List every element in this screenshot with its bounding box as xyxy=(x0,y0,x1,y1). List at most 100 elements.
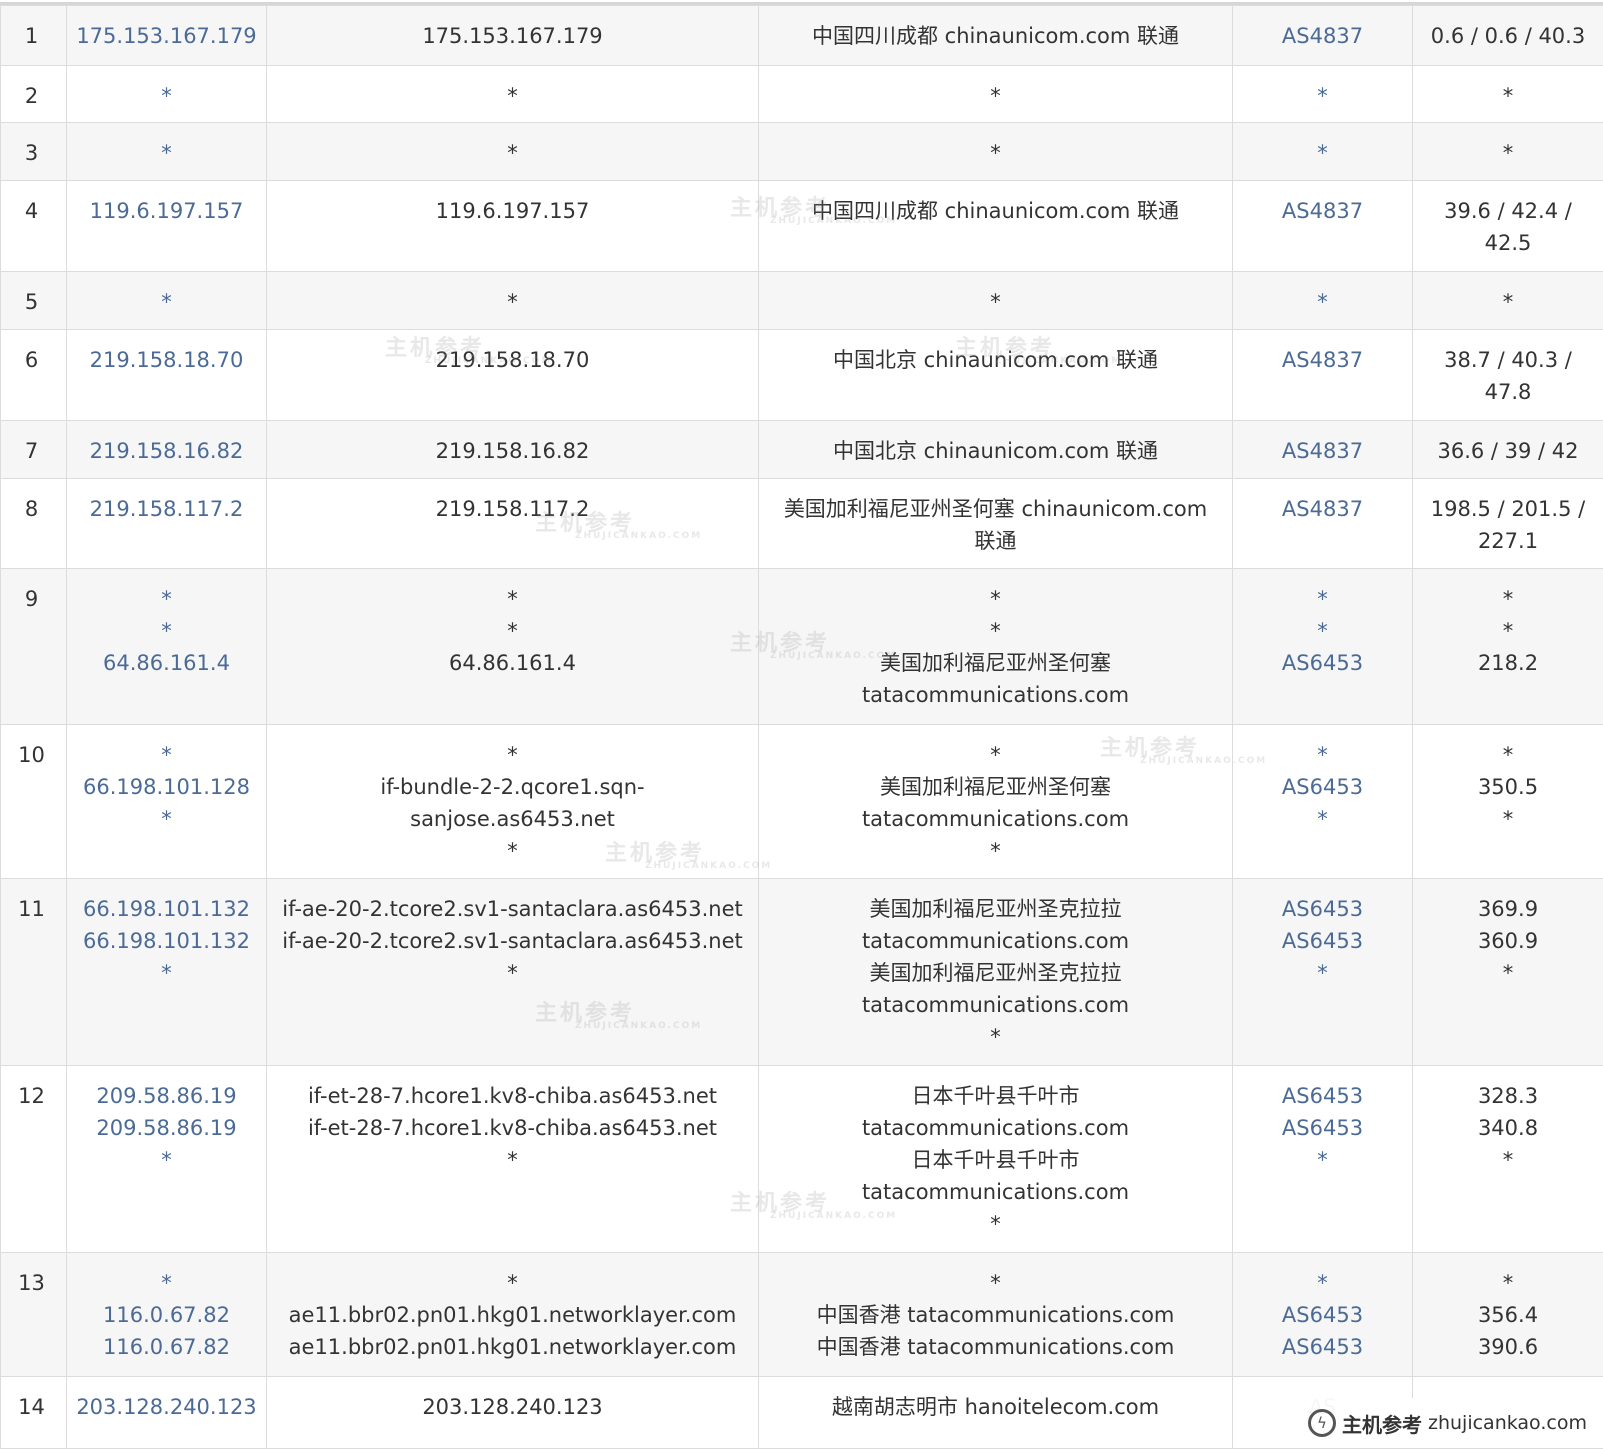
latency-cell: 369.9 360.9 * xyxy=(1413,879,1603,1066)
hop-cell: 11 xyxy=(1,879,67,1066)
latency-cell: * 356.4 390.6 xyxy=(1413,1253,1603,1377)
hop-cell: 10 xyxy=(1,725,67,879)
hop-cell: 3 xyxy=(1,123,67,181)
asn-cell[interactable]: * * AS6453 xyxy=(1233,569,1413,725)
table-row: 8219.158.117.2219.158.117.2美国加利福尼亚州圣何塞 c… xyxy=(1,479,1603,569)
location-cell: 美国加利福尼亚州圣何塞 chinaunicom.com 联通 xyxy=(759,479,1233,569)
table-row: 9* * 64.86.161.4* * 64.86.161.4* * 美国加利福… xyxy=(1,569,1603,725)
hop-cell: 14 xyxy=(1,1377,67,1449)
asn-cell[interactable]: AS4837 xyxy=(1233,479,1413,569)
hop-cell: 7 xyxy=(1,421,67,479)
latency-cell: * 350.5 * xyxy=(1413,725,1603,879)
location-cell: 日本千叶县千叶市 tatacommunications.com 日本千叶县千叶市… xyxy=(759,1066,1233,1253)
hop-cell: 1 xyxy=(1,6,67,66)
asn-cell[interactable]: * xyxy=(1233,66,1413,123)
location-cell: * xyxy=(759,123,1233,181)
asn-cell[interactable]: * AS6453 * xyxy=(1233,725,1413,879)
asn-cell[interactable]: AS4837 xyxy=(1233,6,1413,66)
ip-cell[interactable]: * 66.198.101.128 * xyxy=(67,725,267,879)
location-cell: 中国四川成都 chinaunicom.com 联通 xyxy=(759,181,1233,272)
hop-cell: 8 xyxy=(1,479,67,569)
latency-cell: 38.7 / 40.3 / 47.8 xyxy=(1413,330,1603,421)
site-badge: ϟ 主机参考 zhujicankao.com xyxy=(1300,1398,1603,1448)
location-cell: 美国加利福尼亚州圣克拉拉 tatacommunications.com 美国加利… xyxy=(759,879,1233,1066)
hostname-cell: 219.158.18.70 xyxy=(267,330,759,421)
hop-cell: 2 xyxy=(1,66,67,123)
latency-cell: 36.6 / 39 / 42 xyxy=(1413,421,1603,479)
table-row: 1175.153.167.179175.153.167.179中国四川成都 ch… xyxy=(1,6,1603,66)
location-cell: 中国北京 chinaunicom.com 联通 xyxy=(759,330,1233,421)
hostname-cell: 219.158.117.2 xyxy=(267,479,759,569)
ip-cell[interactable]: * xyxy=(67,123,267,181)
latency-cell: * xyxy=(1413,66,1603,123)
latency-cell: 0.6 / 0.6 / 40.3 xyxy=(1413,6,1603,66)
ip-cell[interactable]: 203.128.240.123 xyxy=(67,1377,267,1449)
location-cell: 中国四川成都 chinaunicom.com 联通 xyxy=(759,6,1233,66)
badge-cn: 主机参考 xyxy=(1342,1409,1422,1438)
table-row: 5***** xyxy=(1,272,1603,330)
asn-cell[interactable]: * AS6453 AS6453 xyxy=(1233,1253,1413,1377)
ip-cell[interactable]: * 116.0.67.82 116.0.67.82 xyxy=(67,1253,267,1377)
location-cell: * xyxy=(759,272,1233,330)
table-row: 3***** xyxy=(1,123,1603,181)
table-row: 10* 66.198.101.128 ** if-bundle-2-2.qcor… xyxy=(1,725,1603,879)
asn-cell[interactable]: AS4837 xyxy=(1233,421,1413,479)
asn-cell[interactable]: AS6453 AS6453 * xyxy=(1233,1066,1413,1253)
ip-cell[interactable]: * xyxy=(67,66,267,123)
hop-cell: 12 xyxy=(1,1066,67,1253)
table-row: 13* 116.0.67.82 116.0.67.82* ae11.bbr02.… xyxy=(1,1253,1603,1377)
table-row: 12209.58.86.19 209.58.86.19 *if-et-28-7.… xyxy=(1,1066,1603,1253)
hostname-cell: * xyxy=(267,123,759,181)
hostname-cell: 203.128.240.123 xyxy=(267,1377,759,1449)
hop-cell: 6 xyxy=(1,330,67,421)
ip-cell[interactable]: * xyxy=(67,272,267,330)
location-cell: 中国北京 chinaunicom.com 联通 xyxy=(759,421,1233,479)
ip-cell[interactable]: * * 64.86.161.4 xyxy=(67,569,267,725)
hostname-cell: if-ae-20-2.tcore2.sv1-santaclara.as6453.… xyxy=(267,879,759,1066)
location-cell: * xyxy=(759,66,1233,123)
latency-cell: 198.5 / 201.5 / 227.1 xyxy=(1413,479,1603,569)
ip-cell[interactable]: 66.198.101.132 66.198.101.132 * xyxy=(67,879,267,1066)
hop-cell: 9 xyxy=(1,569,67,725)
ip-cell[interactable]: 219.158.16.82 xyxy=(67,421,267,479)
latency-cell: 39.6 / 42.4 / 42.5 xyxy=(1413,181,1603,272)
hostname-cell: 175.153.167.179 xyxy=(267,6,759,66)
table-row: 1166.198.101.132 66.198.101.132 *if-ae-2… xyxy=(1,879,1603,1066)
table-row: 7219.158.16.82219.158.16.82中国北京 chinauni… xyxy=(1,421,1603,479)
location-cell: * 美国加利福尼亚州圣何塞 tatacommunications.com * xyxy=(759,725,1233,879)
lightning-logo-icon: ϟ xyxy=(1308,1409,1336,1437)
table-row: 6219.158.18.70219.158.18.70中国北京 chinauni… xyxy=(1,330,1603,421)
hostname-cell: * ae11.bbr02.pn01.hkg01.networklayer.com… xyxy=(267,1253,759,1377)
ip-cell[interactable]: 209.58.86.19 209.58.86.19 * xyxy=(67,1066,267,1253)
hostname-cell: if-et-28-7.hcore1.kv8-chiba.as6453.net i… xyxy=(267,1066,759,1253)
hostname-cell: 119.6.197.157 xyxy=(267,181,759,272)
location-cell: * 中国香港 tatacommunications.com 中国香港 tatac… xyxy=(759,1253,1233,1377)
location-cell: * * 美国加利福尼亚州圣何塞 tatacommunications.com xyxy=(759,569,1233,725)
ip-cell[interactable]: 219.158.18.70 xyxy=(67,330,267,421)
latency-cell: * xyxy=(1413,123,1603,181)
ip-cell[interactable]: 175.153.167.179 xyxy=(67,6,267,66)
table-row: 2***** xyxy=(1,66,1603,123)
asn-cell[interactable]: * xyxy=(1233,272,1413,330)
hop-cell: 4 xyxy=(1,181,67,272)
asn-cell[interactable]: AS4837 xyxy=(1233,330,1413,421)
badge-url: zhujicankao.com xyxy=(1428,1412,1587,1434)
asn-cell[interactable]: * xyxy=(1233,123,1413,181)
location-cell: 越南胡志明市 hanoitelecom.com xyxy=(759,1377,1233,1449)
ip-cell[interactable]: 219.158.117.2 xyxy=(67,479,267,569)
ip-cell[interactable]: 119.6.197.157 xyxy=(67,181,267,272)
hostname-cell: * xyxy=(267,66,759,123)
table-row: 4119.6.197.157119.6.197.157中国四川成都 chinau… xyxy=(1,181,1603,272)
asn-cell[interactable]: AS6453 AS6453 * xyxy=(1233,879,1413,1066)
latency-cell: 328.3 340.8 * xyxy=(1413,1066,1603,1253)
traceroute-table: 1175.153.167.179175.153.167.179中国四川成都 ch… xyxy=(0,5,1603,1449)
hop-cell: 5 xyxy=(1,272,67,330)
hostname-cell: * xyxy=(267,272,759,330)
latency-cell: * xyxy=(1413,272,1603,330)
hop-cell: 13 xyxy=(1,1253,67,1377)
hostname-cell: * if-bundle-2-2.qcore1.sqn- sanjose.as64… xyxy=(267,725,759,879)
hostname-cell: 219.158.16.82 xyxy=(267,421,759,479)
asn-cell[interactable]: AS4837 xyxy=(1233,181,1413,272)
latency-cell: * * 218.2 xyxy=(1413,569,1603,725)
hostname-cell: * * 64.86.161.4 xyxy=(267,569,759,725)
